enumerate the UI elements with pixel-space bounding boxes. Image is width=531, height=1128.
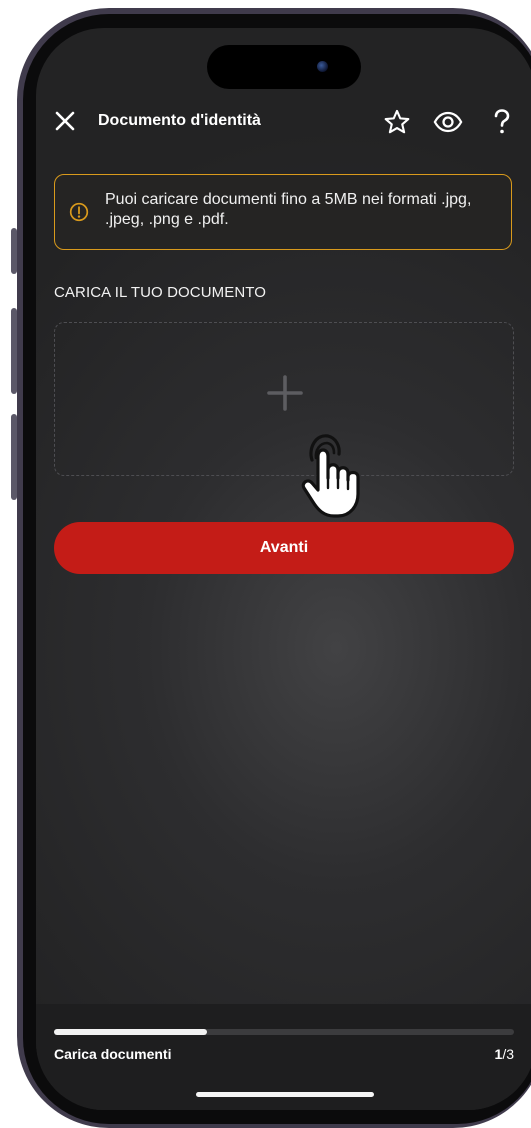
upload-section-label: CARICA IL TUO DOCUMENTO [54, 284, 267, 301]
total-steps: 3 [506, 1046, 514, 1062]
close-button[interactable] [52, 108, 78, 134]
camera-icon [317, 61, 328, 72]
progress-bar [54, 1029, 514, 1035]
home-indicator[interactable] [196, 1092, 374, 1097]
view-button[interactable] [432, 106, 464, 138]
phone-screen: Documento d'identità Puoi caricare docum… [36, 28, 531, 1110]
info-circle-icon [69, 202, 89, 222]
dynamic-island [207, 45, 361, 89]
star-icon [384, 109, 410, 134]
step-label: Carica documenti [54, 1046, 172, 1062]
info-banner-text: Puoi caricare documenti fino a 5MB nei f… [105, 191, 472, 228]
favorite-button[interactable] [381, 106, 413, 138]
close-icon [55, 111, 75, 131]
plus-icon [267, 375, 303, 411]
progress-footer: Carica documenti 1/3 [36, 1004, 531, 1110]
help-button[interactable] [486, 106, 518, 138]
eye-icon [433, 111, 463, 133]
progress-bar-fill [54, 1029, 208, 1035]
next-button[interactable]: Avanti [54, 522, 514, 574]
info-banner: Puoi caricare documenti fino a 5MB nei f… [54, 174, 512, 250]
page-title: Documento d'identità [98, 112, 261, 129]
upload-dropzone[interactable] [54, 322, 514, 476]
question-mark-icon [494, 109, 510, 134]
step-counter: 1/3 [495, 1046, 514, 1062]
hand-pointer-icon [301, 434, 360, 518]
